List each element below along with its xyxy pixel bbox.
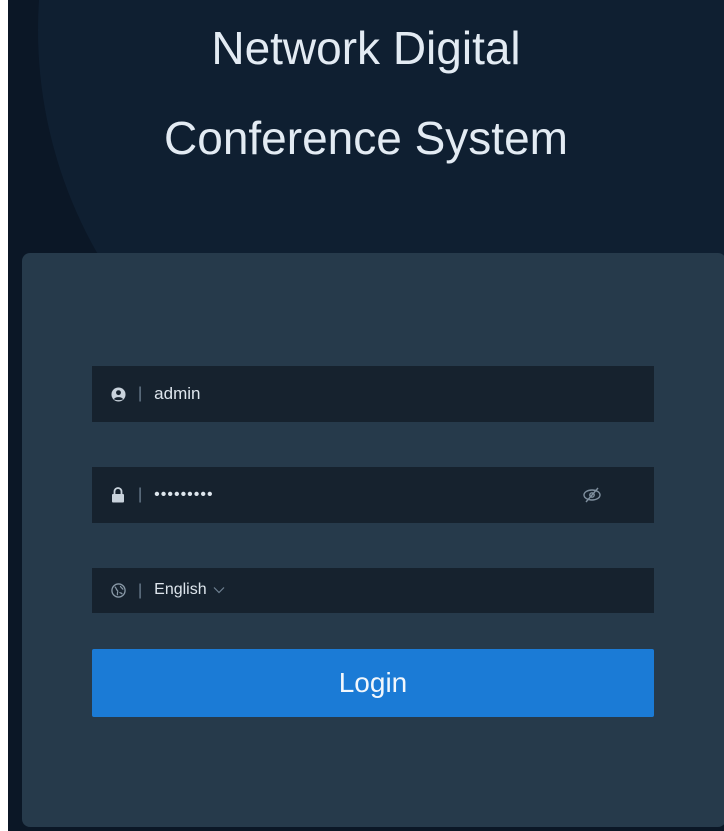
password-field[interactable]: | •••••••••: [92, 467, 654, 523]
field-separator: |: [138, 486, 143, 503]
title-line-2: Conference System: [164, 112, 568, 164]
password-input[interactable]: •••••••••: [154, 486, 654, 504]
login-screen: Network Digital Conference System | admi…: [8, 0, 724, 831]
page-title: Network Digital Conference System: [8, 18, 724, 168]
username-field[interactable]: | admin: [92, 366, 654, 422]
username-input[interactable]: admin: [154, 384, 654, 404]
chevron-down-icon: [213, 581, 225, 599]
language-field[interactable]: | English: [92, 568, 654, 613]
field-separator: |: [138, 581, 143, 599]
field-separator: |: [138, 385, 143, 402]
user-icon: [110, 386, 126, 402]
lock-icon: [110, 487, 126, 503]
eye-slash-icon[interactable]: [582, 486, 602, 504]
login-card: | admin | ••••••••• | English Login: [22, 253, 724, 827]
language-value: English: [154, 581, 207, 599]
language-select[interactable]: English: [154, 581, 225, 599]
title-line-1: Network Digital: [211, 22, 521, 74]
globe-icon: [110, 583, 126, 599]
login-button[interactable]: Login: [92, 649, 654, 717]
